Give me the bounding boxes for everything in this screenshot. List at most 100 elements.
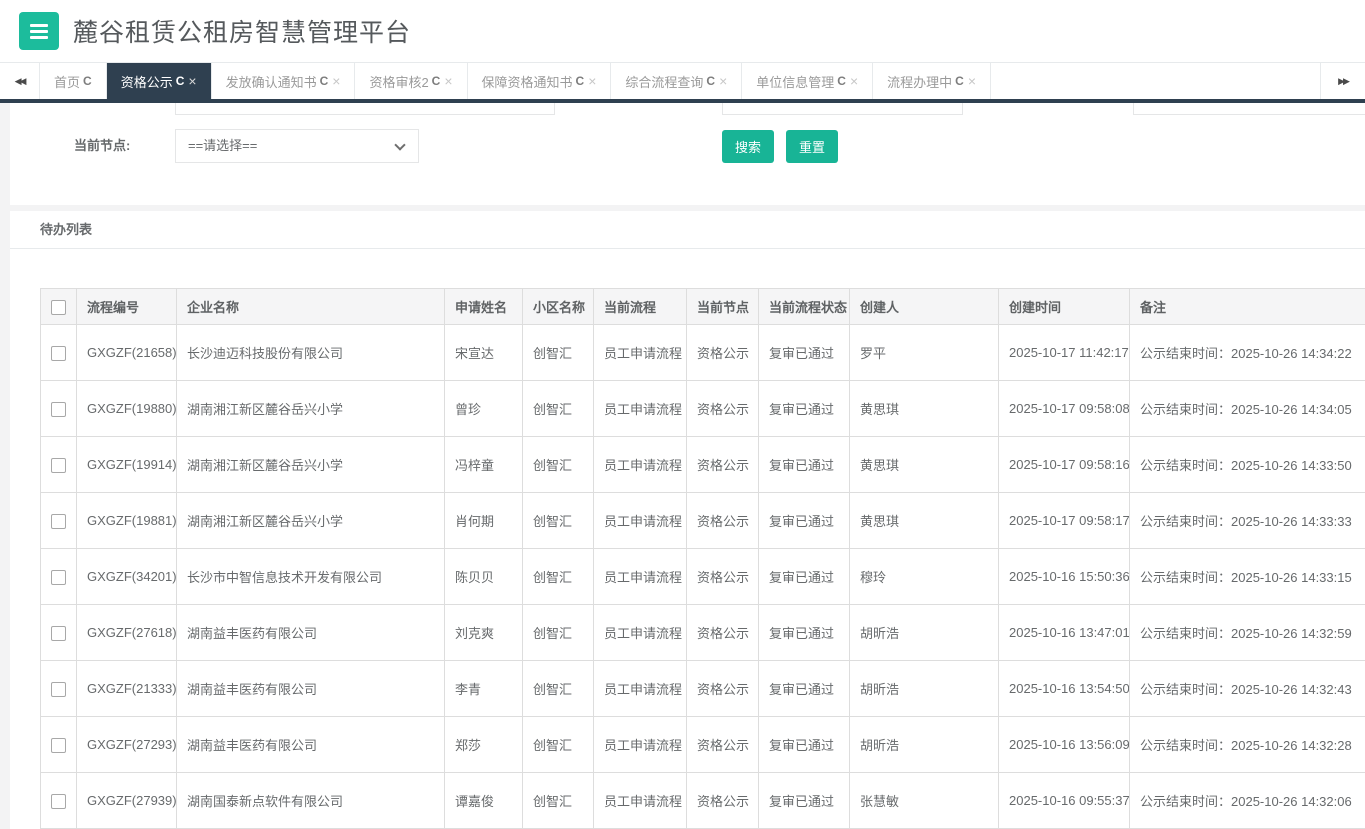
- table-cell: 2025-10-17 09:58:16: [999, 437, 1130, 493]
- tab-发放确认通知书[interactable]: 发放确认通知书C×: [212, 63, 356, 99]
- tab-refresh-icon[interactable]: C: [83, 74, 92, 88]
- table-cell: 湖南益丰医药有限公司: [177, 717, 445, 773]
- table-row: GXGZF(27293)湖南益丰医药有限公司郑莎创智汇员工申请流程资格公示复审已…: [41, 717, 1365, 773]
- table-header-row: 流程编号企业名称申请姓名小区名称当前流程当前节点当前流程状态创建人创建时间备注: [41, 289, 1365, 325]
- table-cell: GXGZF(27618): [77, 605, 177, 661]
- column-header-备注: 备注: [1130, 289, 1365, 325]
- tab-资格审核2[interactable]: 资格审核2C×: [355, 63, 467, 99]
- menu-toggle-button[interactable]: [19, 12, 59, 50]
- header-checkbox-cell: [41, 289, 77, 325]
- table-cell: 员工申请流程: [594, 661, 687, 717]
- tab-label: 首页: [54, 72, 80, 91]
- row-checkbox[interactable]: [51, 402, 66, 417]
- row-checkbox-cell: [41, 325, 77, 381]
- panel-title: 待办列表: [10, 211, 1365, 249]
- table-cell: 曾珍: [445, 381, 523, 437]
- table-row: GXGZF(19881)湖南湘江新区麓谷岳兴小学肖何期创智汇员工申请流程资格公示…: [41, 493, 1365, 549]
- tab-close-icon[interactable]: ×: [968, 74, 976, 88]
- column-header-创建时间: 创建时间: [999, 289, 1130, 325]
- tab-refresh-icon[interactable]: C: [706, 74, 715, 88]
- hamburger-icon: [30, 24, 48, 27]
- tabs-scroll-right-icon[interactable]: ▶▶: [1320, 63, 1365, 99]
- tab-close-icon[interactable]: ×: [332, 74, 340, 88]
- table-cell: 胡昕浩: [850, 717, 999, 773]
- table-cell: 创智汇: [523, 717, 594, 773]
- table-cell: 员工申请流程: [594, 605, 687, 661]
- table-cell: 2025-10-17 11:42:17: [999, 325, 1130, 381]
- row-checkbox-cell: [41, 549, 77, 605]
- tab-refresh-icon[interactable]: C: [955, 74, 964, 88]
- tab-流程办理中[interactable]: 流程办理中C ×: [873, 63, 991, 99]
- tab-单位信息管理[interactable]: 单位信息管理C×: [742, 63, 873, 99]
- app-title: 麓谷租赁公租房智慧管理平台: [73, 13, 411, 49]
- table-cell: 公示结束时间：2025-10-26 14:32:59: [1130, 605, 1365, 661]
- table-cell: 公示结束时间：2025-10-26 14:32:28: [1130, 717, 1365, 773]
- table-cell: 员工申请流程: [594, 717, 687, 773]
- table-cell: 复审已通过: [759, 493, 850, 549]
- table-cell: 谭嘉俊: [445, 773, 523, 829]
- tab-refresh-icon[interactable]: C: [576, 74, 585, 88]
- table-cell: 胡昕浩: [850, 661, 999, 717]
- tabs-scroll-left-icon[interactable]: ◀◀: [0, 63, 40, 99]
- table-cell: 创智汇: [523, 605, 594, 661]
- tab-close-icon[interactable]: ×: [719, 74, 727, 88]
- row-checkbox[interactable]: [51, 738, 66, 753]
- table-cell: 2025-10-16 09:55:37: [999, 773, 1130, 829]
- tab-资格公示[interactable]: 资格公示C×: [107, 63, 212, 99]
- tab-refresh-icon[interactable]: C: [432, 74, 441, 88]
- table-cell: 员工申请流程: [594, 773, 687, 829]
- tab-close-icon[interactable]: ×: [188, 74, 196, 88]
- table-cell: 湖南益丰医药有限公司: [177, 661, 445, 717]
- table-cell: GXGZF(19881): [77, 493, 177, 549]
- search-field-partial-1[interactable]: [175, 103, 555, 115]
- tab-首页[interactable]: 首页C: [40, 63, 107, 99]
- table-cell: 湖南湘江新区麓谷岳兴小学: [177, 381, 445, 437]
- todo-table-wrap: 流程编号企业名称申请姓名小区名称当前流程当前节点当前流程状态创建人创建时间备注 …: [40, 288, 1365, 829]
- row-checkbox[interactable]: [51, 626, 66, 641]
- column-header-创建人: 创建人: [850, 289, 999, 325]
- table-cell: 2025-10-17 09:58:17: [999, 493, 1130, 549]
- table-cell: 创智汇: [523, 493, 594, 549]
- tab-refresh-icon[interactable]: C: [176, 74, 185, 88]
- table-cell: GXGZF(21658): [77, 325, 177, 381]
- table-cell: 创智汇: [523, 549, 594, 605]
- table-cell: 2025-10-17 09:58:08: [999, 381, 1130, 437]
- row-checkbox[interactable]: [51, 346, 66, 361]
- row-checkbox[interactable]: [51, 682, 66, 697]
- table-cell: 长沙迪迈科技股份有限公司: [177, 325, 445, 381]
- current-node-select[interactable]: ==请选择==: [175, 129, 419, 163]
- search-button[interactable]: 搜索: [722, 130, 774, 163]
- table-cell: 复审已通过: [759, 437, 850, 493]
- search-field-partial-2[interactable]: [722, 103, 963, 115]
- row-checkbox[interactable]: [51, 514, 66, 529]
- table-cell: 公示结束时间：2025-10-26 14:33:50: [1130, 437, 1365, 493]
- row-checkbox[interactable]: [51, 570, 66, 585]
- tab-close-icon[interactable]: ×: [588, 74, 596, 88]
- tab-label: 流程办理中: [887, 72, 952, 91]
- table-cell: 公示结束时间：2025-10-26 14:32:43: [1130, 661, 1365, 717]
- table-cell: 湖南国泰新点软件有限公司: [177, 773, 445, 829]
- tab-close-icon[interactable]: ×: [850, 74, 858, 88]
- row-checkbox-cell: [41, 437, 77, 493]
- tab-综合流程查询[interactable]: 综合流程查询C×: [611, 63, 742, 99]
- table-row: GXGZF(21658)长沙迪迈科技股份有限公司宋宣达创智汇员工申请流程资格公示…: [41, 325, 1365, 381]
- row-checkbox[interactable]: [51, 458, 66, 473]
- table-cell: 资格公示: [687, 549, 759, 605]
- row-checkbox[interactable]: [51, 794, 66, 809]
- select-all-checkbox[interactable]: [51, 300, 66, 315]
- tab-refresh-icon[interactable]: C: [320, 74, 329, 88]
- table-cell: 员工申请流程: [594, 437, 687, 493]
- tab-close-icon[interactable]: ×: [444, 74, 452, 88]
- tab-保障资格通知书[interactable]: 保障资格通知书C×: [468, 63, 612, 99]
- table-cell: 黄思琪: [850, 493, 999, 549]
- table-cell: 陈贝贝: [445, 549, 523, 605]
- chevron-down-icon: [394, 139, 405, 150]
- tab-bar-spacer: [991, 63, 1320, 99]
- tab-bar: ◀◀ 首页C资格公示C×发放确认通知书C×资格审核2C×保障资格通知书C×综合流…: [0, 62, 1365, 103]
- search-field-partial-3[interactable]: [1133, 103, 1365, 115]
- table-row: GXGZF(27939)湖南国泰新点软件有限公司谭嘉俊创智汇员工申请流程资格公示…: [41, 773, 1365, 829]
- table-cell: 复审已通过: [759, 773, 850, 829]
- table-cell: 复审已通过: [759, 549, 850, 605]
- tab-refresh-icon[interactable]: C: [837, 74, 846, 88]
- reset-button[interactable]: 重置: [786, 130, 838, 163]
